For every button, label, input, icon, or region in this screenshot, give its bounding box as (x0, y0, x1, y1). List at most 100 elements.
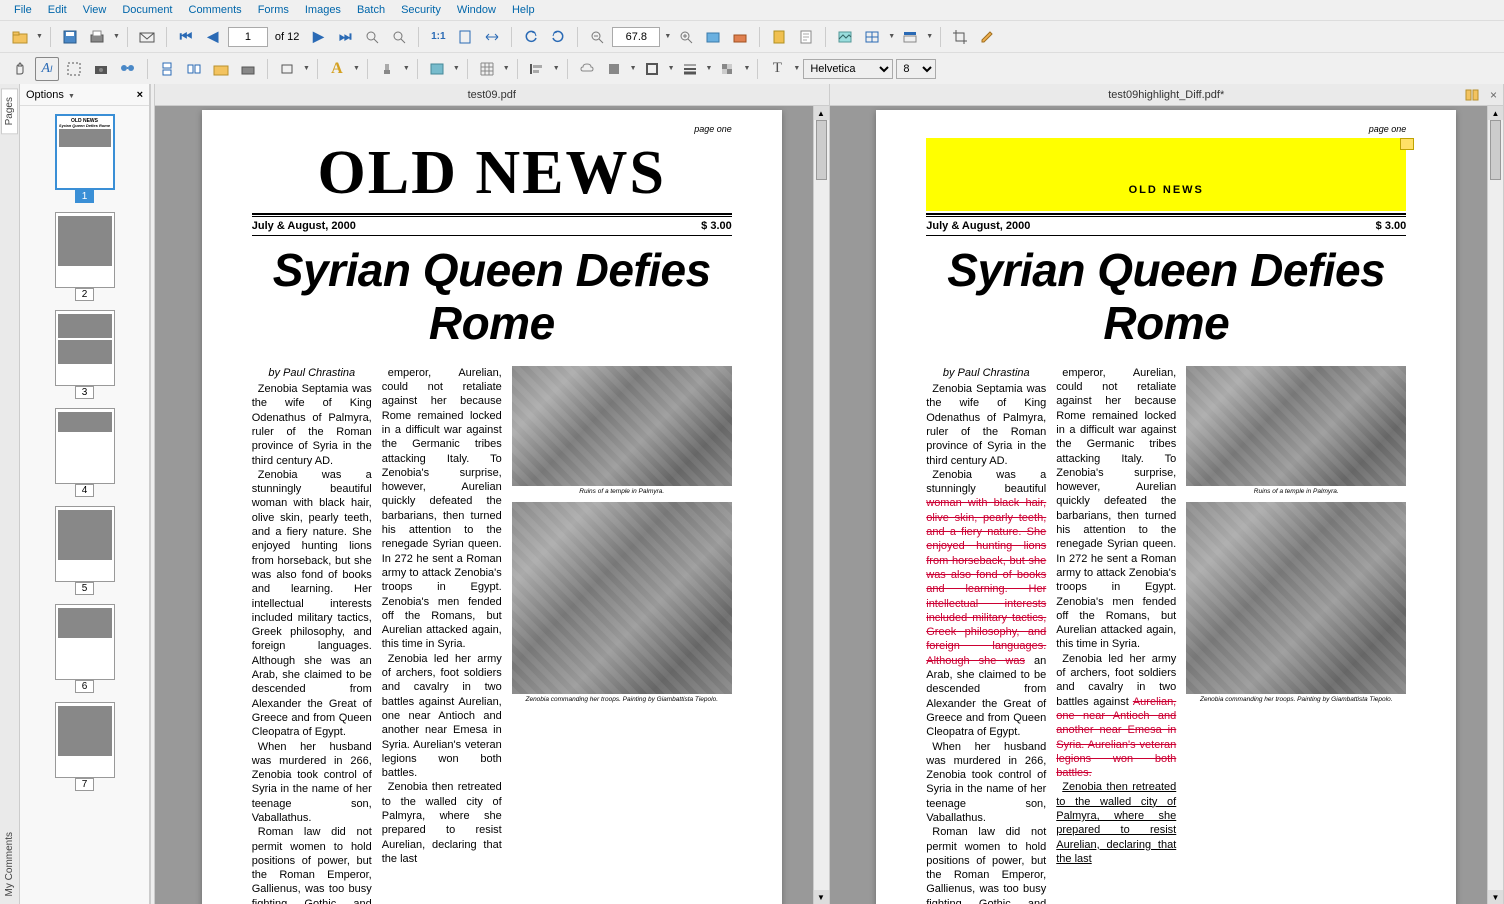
opacity-tool[interactable] (715, 57, 739, 81)
scan-icon[interactable] (728, 25, 752, 49)
panel-close-icon[interactable]: × (137, 89, 143, 101)
text-style-dropdown[interactable]: ▼ (793, 65, 800, 72)
line-weight-tool[interactable] (678, 57, 702, 81)
menu-comments[interactable]: Comments (181, 2, 250, 18)
picture-icon[interactable] (833, 25, 857, 49)
menu-view[interactable]: View (75, 2, 115, 18)
thumbnail-3[interactable] (55, 310, 115, 386)
rectangle-tool[interactable] (275, 57, 299, 81)
rotate-cw-button[interactable] (546, 25, 570, 49)
print-dropdown[interactable]: ▼ (113, 33, 120, 40)
thumbnail-4[interactable] (55, 408, 115, 484)
right-doc-close-icon[interactable]: × (1490, 88, 1497, 102)
menu-security[interactable]: Security (393, 2, 449, 18)
rotate-ccw-button[interactable] (519, 25, 543, 49)
zoom-in-button[interactable] (674, 25, 698, 49)
zoom-dropdown[interactable]: ▼ (664, 33, 671, 40)
print-button[interactable] (85, 25, 109, 49)
menu-file[interactable]: File (6, 2, 40, 18)
open-button[interactable] (8, 25, 32, 49)
zoom-out-button[interactable] (585, 25, 609, 49)
last-page-button[interactable]: ⏭ (333, 25, 357, 49)
line-color-tool[interactable] (640, 57, 664, 81)
camera-icon[interactable] (89, 57, 113, 81)
next-page-button[interactable]: ▶ (306, 25, 330, 49)
zoom-input[interactable] (612, 27, 660, 47)
shape-dropdown[interactable]: ▼ (303, 65, 310, 72)
pages-tab[interactable]: Pages (1, 88, 18, 134)
menu-edit[interactable]: Edit (40, 2, 75, 18)
thumbnail-5[interactable] (55, 506, 115, 582)
printer-icon[interactable] (236, 57, 260, 81)
thumbnail-7[interactable] (55, 702, 115, 778)
my-comments-tab[interactable]: My Comments (2, 824, 17, 904)
thumbnail-6[interactable] (55, 604, 115, 680)
table-icon[interactable] (860, 25, 884, 49)
stamp-tool[interactable] (375, 57, 399, 81)
line-weight-dropdown[interactable]: ▼ (706, 65, 713, 72)
align-dropdown[interactable]: ▼ (553, 65, 560, 72)
menu-window[interactable]: Window (449, 2, 504, 18)
grid-tool[interactable] (475, 57, 499, 81)
snapshot-icon[interactable] (701, 25, 725, 49)
folder-open-icon[interactable] (209, 57, 233, 81)
opacity-dropdown[interactable]: ▼ (743, 65, 750, 72)
form-edit-icon[interactable] (794, 25, 818, 49)
fill-color-tool[interactable] (602, 57, 626, 81)
form-icon[interactable] (767, 25, 791, 49)
save-button[interactable] (58, 25, 82, 49)
headline: Syrian Queen Defies Rome (252, 236, 732, 366)
right-scrollbar[interactable]: ▲▼ (1487, 106, 1503, 904)
image-dropdown[interactable]: ▼ (453, 65, 460, 72)
font-size-select[interactable]: 8 (896, 59, 936, 79)
cloud-tool[interactable] (575, 57, 599, 81)
prev-page-button[interactable]: ◀ (201, 25, 225, 49)
grid-dropdown[interactable]: ▼ (503, 65, 510, 72)
select-area-button[interactable] (62, 57, 86, 81)
note-icon[interactable] (1400, 138, 1414, 150)
align-tool[interactable] (525, 57, 549, 81)
hand-tool-button[interactable] (8, 57, 32, 81)
edit-icon[interactable] (975, 25, 999, 49)
text-style-tool[interactable]: T (765, 57, 789, 81)
menu-bar: File Edit View Document Comments Forms I… (0, 0, 1504, 20)
headers-icon[interactable] (898, 25, 922, 49)
fit-page-button[interactable] (453, 25, 477, 49)
search-icon[interactable] (116, 57, 140, 81)
page-number-input[interactable] (228, 27, 268, 47)
email-button[interactable] (135, 25, 159, 49)
thumbnail-1[interactable]: OLD NEWSSyrian Queen Defies Rome (55, 114, 115, 190)
thumbnail-2[interactable] (55, 212, 115, 288)
menu-document[interactable]: Document (114, 2, 180, 18)
stamp-dropdown[interactable]: ▼ (403, 65, 410, 72)
continuous-icon[interactable] (155, 57, 179, 81)
compare-icon[interactable] (1465, 88, 1479, 102)
left-viewport[interactable]: page one OLD NEWS July & August, 2000$ 3… (155, 106, 829, 904)
menu-images[interactable]: Images (297, 2, 349, 18)
actual-size-button[interactable]: 1:1 (426, 25, 450, 49)
first-page-button[interactable]: ⏮ (174, 25, 198, 49)
left-scrollbar[interactable]: ▲▼ (813, 106, 829, 904)
crop-icon[interactable] (948, 25, 972, 49)
select-text-button[interactable]: AI (35, 57, 59, 81)
fit-width-button[interactable] (480, 25, 504, 49)
menu-help[interactable]: Help (504, 2, 543, 18)
line-color-dropdown[interactable]: ▼ (668, 65, 675, 72)
thumbnails-list[interactable]: OLD NEWSSyrian Queen Defies Rome 1 2 3 4… (20, 106, 149, 904)
table-dropdown[interactable]: ▼ (888, 33, 895, 40)
font-family-select[interactable]: Helvetica (803, 59, 893, 79)
open-dropdown[interactable]: ▼ (36, 33, 43, 40)
fill-dropdown[interactable]: ▼ (630, 65, 637, 72)
menu-batch[interactable]: Batch (349, 2, 393, 18)
loupe-button[interactable] (387, 25, 411, 49)
facing-icon[interactable] (182, 57, 206, 81)
headers-dropdown[interactable]: ▼ (926, 33, 933, 40)
text-dropdown[interactable]: ▼ (353, 65, 360, 72)
image-tool[interactable] (425, 57, 449, 81)
zoom-marquee-button[interactable] (360, 25, 384, 49)
menu-forms[interactable]: Forms (250, 2, 297, 18)
options-button[interactable]: Options ▼ (26, 89, 75, 101)
caption-2: Zenobia commanding her troops. Painting … (1186, 696, 1406, 704)
right-viewport[interactable]: page one OLD NEWS July & August, 2000$ 3… (830, 106, 1504, 904)
text-tool[interactable]: A (325, 57, 349, 81)
